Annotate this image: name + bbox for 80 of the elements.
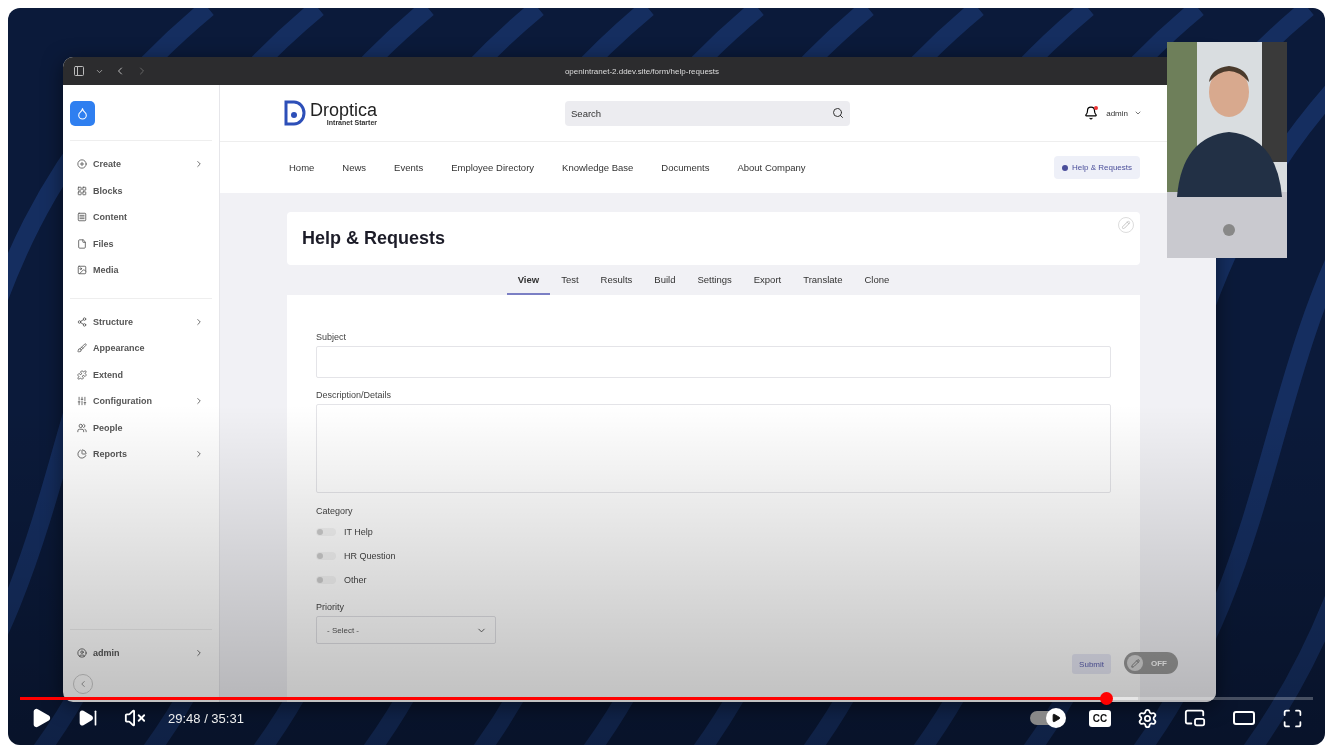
search-field[interactable]: Search [565, 100, 851, 126]
nav-link[interactable]: Documents [661, 162, 710, 173]
grid-icon [77, 185, 87, 196]
chevron-right-icon [194, 159, 204, 170]
tab[interactable]: Clone [853, 265, 901, 295]
nav-link[interactable]: News [342, 162, 367, 173]
settings-button[interactable] [1137, 707, 1158, 729]
chevron-right-icon [194, 396, 204, 407]
sidebar-item[interactable]: Create [70, 151, 212, 178]
sidebar-item[interactable]: People [70, 414, 212, 441]
pie-chart-icon [77, 449, 87, 460]
file-icon [77, 238, 87, 249]
tab[interactable]: Translate [792, 265, 854, 295]
subtitles-button[interactable]: CC [1089, 709, 1111, 727]
user-icon [77, 647, 87, 658]
radio-label: Other [344, 575, 367, 585]
nav-link[interactable]: Employee Directory [451, 162, 535, 173]
sidebar-item[interactable]: Files [70, 230, 212, 257]
input-field[interactable] [316, 346, 1111, 378]
field-label: Description/Details [316, 390, 393, 400]
field-label: Category [316, 506, 354, 516]
nodes-icon [77, 316, 87, 327]
brush-icon [77, 343, 87, 354]
select-field[interactable]: - Select - [316, 616, 496, 644]
tab[interactable]: Results [589, 265, 644, 295]
muted-button[interactable] [124, 707, 146, 729]
sidebar-item[interactable]: Media [70, 257, 212, 284]
field-label: Subject [316, 332, 348, 342]
sidebar-item[interactable]: Reports [70, 441, 212, 468]
help-button[interactable]: Help & Requests [1053, 156, 1140, 179]
search-icon [832, 107, 845, 119]
submit-button[interactable]: Submit [1072, 654, 1111, 674]
next-button[interactable] [78, 708, 98, 728]
nav-link[interactable]: Home [289, 162, 315, 173]
radio-label: IT Help [344, 527, 373, 537]
nav-link[interactable]: Knowledge Base [562, 162, 634, 173]
sidebar-item[interactable]: Content [70, 204, 212, 231]
miniplayer-button[interactable] [1184, 707, 1206, 729]
url-text[interactable]: openintranet-2.ddev.site/form/help-requests [564, 66, 720, 76]
pencil-icon [1130, 658, 1140, 668]
time-display: 29:48 / 35:31 [168, 710, 244, 726]
textarea-field[interactable] [316, 404, 1111, 493]
logo-name: Droptica [310, 100, 378, 119]
sidebar-item[interactable]: Blocks [70, 177, 212, 204]
tab[interactable]: Export [742, 265, 793, 295]
nav-link[interactable]: Events [394, 162, 424, 173]
list-icon [77, 212, 87, 223]
image-icon [77, 265, 87, 276]
caret-icon [1134, 109, 1142, 117]
fullscreen-button[interactable] [1282, 707, 1303, 729]
plus-circle-icon [77, 159, 87, 170]
chevron-right-icon [194, 647, 204, 658]
page-title: Help & Requests [302, 228, 446, 249]
tab[interactable]: Test [550, 265, 590, 295]
play-icon [1051, 713, 1061, 723]
drop-logo-icon[interactable] [70, 101, 95, 126]
sidebar-item[interactable]: Extend [70, 361, 212, 388]
tab[interactable]: Settings [686, 265, 743, 295]
sidebar-item[interactable]: Appearance [70, 335, 212, 362]
chevron-right-icon [194, 449, 204, 460]
sidebar-item[interactable]: Structure [70, 308, 212, 335]
radio-button[interactable] [316, 552, 336, 560]
tab[interactable]: Build [643, 265, 687, 295]
users-icon [77, 422, 87, 433]
chevron-right-icon [194, 316, 204, 327]
nav-link[interactable]: About Company [737, 162, 806, 173]
sliders-icon [77, 396, 87, 407]
radio-label: HR Question [344, 551, 396, 561]
field-label: Priority [316, 602, 345, 612]
radio-button[interactable] [316, 576, 336, 584]
sidebar-item[interactable]: admin [70, 639, 212, 666]
puzzle-icon [77, 369, 87, 380]
sidebar-item[interactable]: Configuration [70, 388, 212, 415]
logo-icon [284, 100, 306, 126]
bell-icon[interactable] [1084, 106, 1099, 120]
user-menu[interactable]: admin [1106, 108, 1142, 118]
autoplay-toggle[interactable] [1030, 711, 1063, 725]
chevron-left-icon [78, 679, 88, 689]
sidebar-icon[interactable] [73, 65, 85, 77]
radio-button[interactable] [316, 528, 336, 536]
